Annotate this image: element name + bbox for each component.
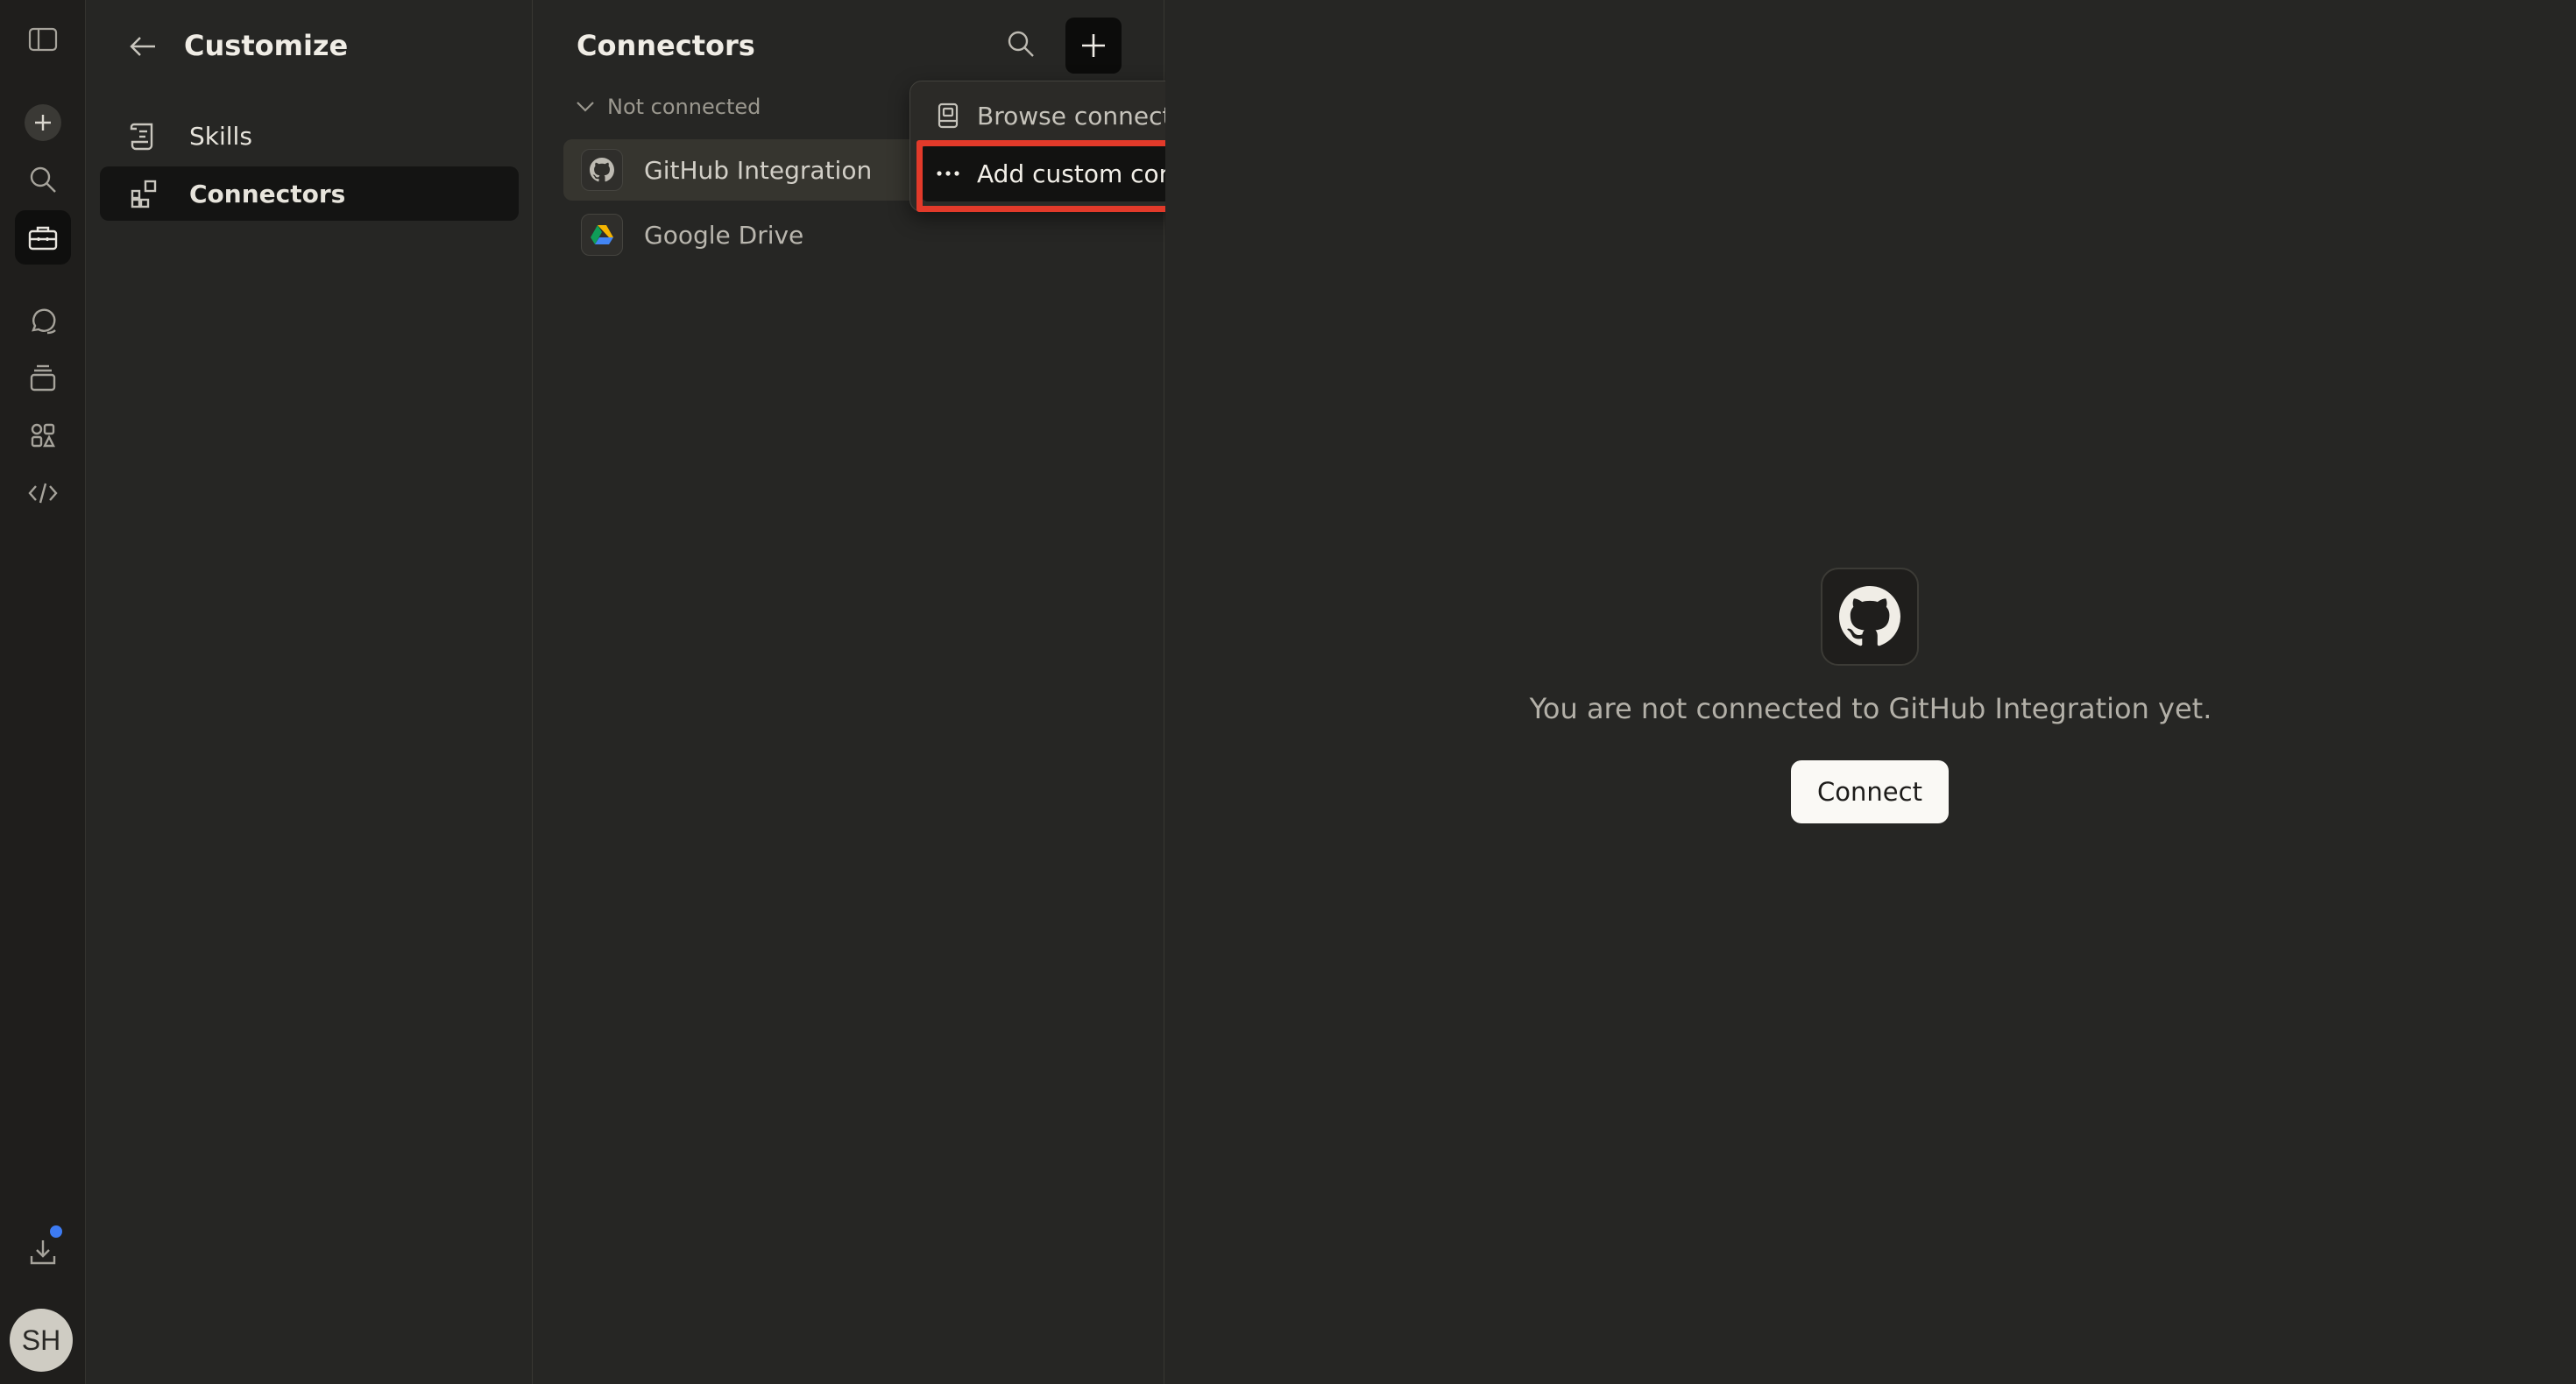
nav-item-skills[interactable]: Skills bbox=[100, 109, 519, 163]
chats-icon bbox=[28, 307, 58, 336]
search-icon bbox=[1006, 29, 1036, 59]
artifacts-icon bbox=[29, 421, 57, 449]
add-connector-button[interactable] bbox=[1065, 18, 1122, 74]
code-icon bbox=[27, 481, 59, 505]
toggle-sidebar-button[interactable] bbox=[15, 12, 71, 67]
group-label: Not connected bbox=[607, 95, 761, 119]
group-toggle-not-connected[interactable]: Not connected bbox=[576, 95, 761, 119]
new-chat-button[interactable] bbox=[15, 95, 71, 150]
icon-rail: SH bbox=[0, 0, 86, 1384]
connectors-icon bbox=[126, 179, 161, 208]
customize-button[interactable] bbox=[15, 210, 71, 265]
connector-item-google-drive[interactable]: Google Drive bbox=[563, 204, 940, 265]
connector-label: GitHub Integration bbox=[644, 155, 873, 185]
customize-sidebar: Customize Skills Connectors bbox=[86, 0, 533, 1384]
projects-icon bbox=[28, 364, 58, 392]
download-icon bbox=[28, 1237, 58, 1267]
google-drive-icon bbox=[581, 214, 623, 256]
nav-item-connectors[interactable]: Connectors bbox=[100, 166, 519, 221]
notification-badge bbox=[47, 1223, 65, 1240]
connect-button[interactable]: Connect bbox=[1791, 760, 1949, 823]
artifacts-button[interactable] bbox=[15, 408, 71, 463]
plus-icon bbox=[1080, 32, 1107, 59]
avatar[interactable]: SH bbox=[10, 1309, 73, 1372]
connectors-title: Connectors bbox=[577, 29, 755, 62]
new-chat-icon bbox=[25, 104, 61, 141]
nav-item-label: Skills bbox=[189, 121, 252, 151]
projects-button[interactable] bbox=[15, 351, 71, 406]
book-icon bbox=[935, 102, 961, 129]
not-connected-message: You are not connected to GitHub Integrat… bbox=[1529, 692, 2212, 725]
github-logo bbox=[1821, 568, 1919, 666]
customize-icon bbox=[28, 224, 58, 251]
arrow-left-icon bbox=[129, 35, 157, 58]
chats-button[interactable] bbox=[15, 294, 71, 349]
back-button[interactable] bbox=[121, 25, 165, 68]
skills-icon bbox=[126, 121, 161, 151]
code-button[interactable] bbox=[15, 466, 71, 520]
github-icon bbox=[581, 149, 623, 191]
search-icon bbox=[28, 165, 58, 194]
search-button[interactable] bbox=[15, 152, 71, 207]
chevron-down-icon bbox=[576, 101, 595, 113]
connector-label: Google Drive bbox=[644, 220, 804, 250]
page-title: Customize bbox=[184, 29, 349, 62]
connector-detail-pane: You are not connected to GitHub Integrat… bbox=[1165, 0, 2576, 1384]
connector-item-github[interactable]: GitHub Integration bbox=[563, 139, 940, 201]
avatar-initials: SH bbox=[21, 1324, 61, 1356]
github-icon bbox=[1839, 586, 1900, 647]
nav-item-label: Connectors bbox=[189, 179, 346, 208]
toggle-sidebar-icon bbox=[28, 26, 58, 53]
search-connectors-button[interactable] bbox=[999, 22, 1043, 66]
